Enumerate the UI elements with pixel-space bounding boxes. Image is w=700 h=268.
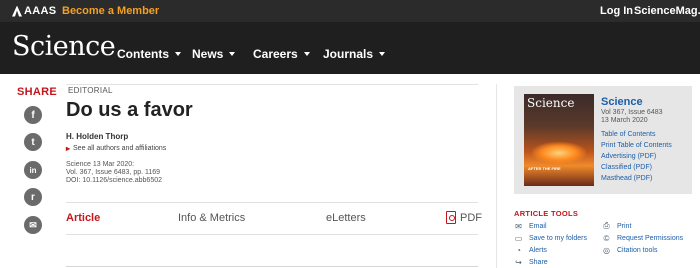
login-link[interactable]: Log In <box>600 5 633 17</box>
classified-pdf-link[interactable]: Classified (PDF) <box>601 164 652 171</box>
citation-journal-date: Science 13 Mar 2020: <box>66 161 135 168</box>
copyright-icon: © <box>603 233 610 243</box>
tool-citation-label: Citation tools <box>617 246 658 254</box>
tool-share-label: Share <box>529 258 548 266</box>
tool-share[interactable]: ↪ Share <box>514 257 548 267</box>
tool-print[interactable]: ⎙ Print <box>602 221 632 230</box>
tabs-divider-top <box>66 202 478 203</box>
advertising-pdf-link[interactable]: Advertising (PDF) <box>601 153 656 160</box>
tool-alerts-label: Alerts <box>529 246 547 254</box>
aaas-logo-mark-icon <box>12 5 22 17</box>
share-title: SHARE <box>17 86 58 98</box>
citation-volume: Vol. 367, Issue 6483, pp. 1169 <box>66 169 161 176</box>
tool-save-folders-label: Save to my folders <box>529 234 587 242</box>
section-divider <box>66 84 478 85</box>
nav-news-label: News <box>192 47 224 61</box>
cover-masthead: Science <box>527 96 575 110</box>
cover-fire-graphic <box>532 142 586 164</box>
tool-email-label: Email <box>529 222 547 230</box>
article-tools-title: ARTICLE TOOLS <box>514 209 579 218</box>
table-of-contents-link[interactable]: Table of Contents <box>601 131 655 138</box>
nav-journals-label: Journals <box>323 47 374 61</box>
nav-contents-label: Contents <box>117 47 169 61</box>
sciencemag-link[interactable]: ScienceMag.org <box>634 5 700 17</box>
top-utility-bar: AAAS Become a Member Log In ScienceMag.o… <box>0 0 700 22</box>
printer-icon: ⎙ <box>603 221 610 230</box>
affiliations-toggle[interactable]: ▸ See all authors and affiliations <box>66 144 166 153</box>
tab-article[interactable]: Article <box>66 212 100 224</box>
tool-request-permissions-label: Request Permissions <box>617 234 684 242</box>
tab-info-metrics[interactable]: Info & Metrics <box>178 212 245 224</box>
tool-alerts[interactable]: ◔ Alerts <box>514 245 547 255</box>
facebook-icon[interactable]: f <box>24 106 42 124</box>
citation-doi: DOI: 10.1126/science.abb6502 <box>66 177 162 184</box>
affiliations-label: See all authors and affiliations <box>73 145 167 152</box>
chevron-down-icon <box>175 52 181 56</box>
nav-news[interactable]: News <box>192 47 236 61</box>
reddit-icon[interactable]: r <box>24 188 42 206</box>
citation-icon: ◎ <box>603 245 610 255</box>
tool-email[interactable]: ✉ Email <box>514 221 547 231</box>
folder-icon: ▭ <box>514 233 523 243</box>
section-label: EDITORIAL <box>68 86 113 95</box>
tool-citation[interactable]: ◎ Citation tools <box>602 245 658 255</box>
issue-date: 13 March 2020 <box>601 117 648 124</box>
aaas-logo-text: AAAS <box>24 5 57 17</box>
tool-save-folders[interactable]: ▭ Save to my folders <box>514 233 587 243</box>
chevron-down-icon <box>379 52 386 56</box>
tabs-divider-bottom <box>66 234 478 235</box>
issue-cover-image[interactable]: Science AFTER THE FIRE <box>524 94 594 186</box>
page-title: Do us a favor <box>66 99 193 121</box>
tool-print-label: Print <box>617 222 632 230</box>
tab-eletters[interactable]: eLetters <box>326 212 366 224</box>
content-divider <box>66 266 478 267</box>
science-logo[interactable]: Science <box>12 31 116 62</box>
main-header: Science Contents News Careers Journals <box>0 22 700 74</box>
nav-careers[interactable]: Careers <box>253 47 310 61</box>
sidebar-divider <box>496 84 497 268</box>
print-toc-link[interactable]: Print Table of Contents <box>601 142 672 149</box>
expand-icon: ▸ <box>66 144 71 153</box>
linkedin-icon[interactable]: in <box>24 161 42 179</box>
tool-request-permissions[interactable]: © Request Permissions <box>602 233 684 243</box>
author-link[interactable]: H. Holden Thorp <box>66 132 128 141</box>
aaas-logo[interactable]: AAAS <box>12 4 56 18</box>
email-icon[interactable]: ✉ <box>24 216 42 234</box>
masthead-pdf-link[interactable]: Masthead (PDF) <box>601 175 652 182</box>
nav-contents[interactable]: Contents <box>117 47 181 61</box>
twitter-icon[interactable]: t <box>24 133 42 151</box>
tab-pdf[interactable]: PDF <box>460 212 482 224</box>
become-member-link[interactable]: Become a Member <box>62 5 159 17</box>
pdf-icon <box>446 211 456 224</box>
magazine-title[interactable]: Science <box>601 96 643 108</box>
nav-careers-label: Careers <box>253 47 298 61</box>
share-icon: ↪ <box>515 257 522 267</box>
cover-caption: AFTER THE FIRE <box>528 166 561 171</box>
chevron-down-icon <box>303 52 310 56</box>
bell-icon: ◔ <box>516 245 521 255</box>
nav-journals[interactable]: Journals <box>323 47 386 61</box>
email-icon: ✉ <box>515 221 522 231</box>
chevron-down-icon <box>229 52 236 56</box>
issue-volume: Vol 367, Issue 6483 <box>601 109 663 116</box>
